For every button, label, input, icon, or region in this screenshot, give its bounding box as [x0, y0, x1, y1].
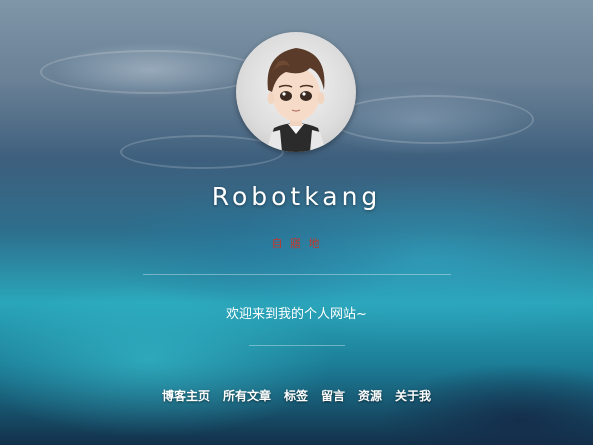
cartoon-boy-avatar-icon: [266, 48, 326, 152]
nav-blog-home[interactable]: 博客主页: [162, 387, 210, 404]
welcome-message: 欢迎来到我的个人网站~: [226, 307, 367, 322]
divider: [143, 274, 451, 275]
site-subtitle: 自 寤 地: [271, 237, 322, 250]
nav-resources[interactable]: 资源: [358, 387, 382, 404]
main-nav: 博客主页 所有文章 标签 留言 资源 关于我: [0, 387, 593, 404]
nav-all-articles[interactable]: 所有文章: [223, 387, 271, 404]
divider: [249, 345, 345, 346]
site-title: Robotkang: [211, 182, 382, 211]
nav-guestbook[interactable]: 留言: [321, 387, 345, 404]
avatar[interactable]: [236, 32, 356, 152]
water-ripple: [330, 95, 534, 144]
nav-tags[interactable]: 标签: [284, 387, 308, 404]
nav-about-me[interactable]: 关于我: [395, 387, 431, 404]
water-ripple: [40, 50, 264, 94]
